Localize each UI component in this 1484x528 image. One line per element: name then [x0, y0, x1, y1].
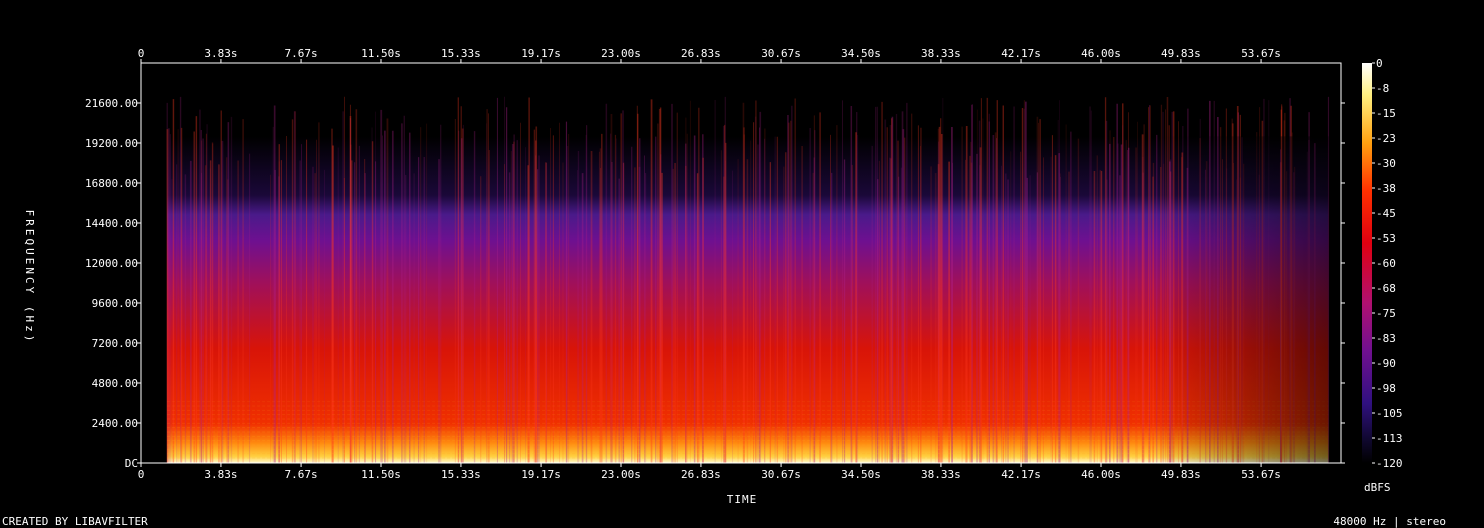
x-tick-label-top: 34.50s — [841, 47, 881, 60]
colorbar-tick-label: -8 — [1376, 82, 1389, 95]
x-tick-label-top: 26.83s — [681, 47, 721, 60]
x-tick-label-bottom: 19.17s — [521, 468, 561, 481]
y-tick-label: 16800.00 — [85, 177, 138, 190]
y-tick-label: 19200.00 — [85, 137, 138, 150]
x-tick-label-top: 38.33s — [921, 47, 961, 60]
x-tick-label-bottom: 30.67s — [761, 468, 801, 481]
colorbar-tick-label: -23 — [1376, 132, 1396, 145]
x-tick-label-bottom: 0 — [138, 468, 145, 481]
footer-format: 48000 Hz | stereo — [1333, 515, 1446, 528]
y-tick-label: 2400.00 — [92, 417, 138, 430]
x-tick-label-bottom: 42.17s — [1001, 468, 1041, 481]
x-tick-label-top: 19.17s — [521, 47, 561, 60]
x-tick-label-top: 3.83s — [204, 47, 237, 60]
colorbar-tick-label: -75 — [1376, 307, 1396, 320]
y-tick-label: 21600.00 — [85, 97, 138, 110]
x-tick-label-bottom: 46.00s — [1081, 468, 1121, 481]
y-tick-label: 9600.00 — [92, 297, 138, 310]
colorbar-tick-label: -30 — [1376, 157, 1396, 170]
spectrogram-plot-area — [166, 96, 1330, 464]
colorbar-tick-label: -38 — [1376, 182, 1396, 195]
spectrogram-chart: 0 0 3.83s 3.83s 7.67s 7.67s 11.50s 11.50s 15.33s… — [2, 47, 1446, 528]
colorbar-tick-label: -83 — [1376, 332, 1396, 345]
x-tick-label-top: 30.67s — [761, 47, 801, 60]
x-tick-label-top: 11.50s — [361, 47, 401, 60]
colorbar-tick-label: -90 — [1376, 357, 1396, 370]
colorbar-tick-label: -105 — [1376, 407, 1403, 420]
x-tick-label-top: 23.00s — [601, 47, 641, 60]
x-tick-label-top: 15.33s — [441, 47, 481, 60]
x-tick-label-bottom: 26.83s — [681, 468, 721, 481]
x-tick-label-bottom: 53.67s — [1241, 468, 1281, 481]
x-tick-label-bottom: 49.83s — [1161, 468, 1201, 481]
x-tick-label-bottom: 3.83s — [204, 468, 237, 481]
colorbar-tick-label: 0 — [1376, 57, 1383, 70]
x-tick-label-bottom: 34.50s — [841, 468, 881, 481]
colorbar-tick-label: -120 — [1376, 457, 1403, 470]
x-tick-label-top: 7.67s — [285, 47, 318, 60]
colorbar-tick-label: -60 — [1376, 257, 1396, 270]
footer-credit: CREATED BY LIBAVFILTER — [2, 515, 148, 528]
colorbar: 0 -8 -15 -23 -30 -38 -45 -53 -60 -68 -75 -83 -90 -98 -… — [1362, 57, 1403, 470]
y-tick-label: 14400.00 — [85, 217, 138, 230]
y-tick-label: DC — [125, 457, 138, 470]
x-tick-label-top: 0 — [138, 47, 145, 60]
x-tick-label-bottom: 23.00s — [601, 468, 641, 481]
x-tick-label-bottom: 38.33s — [921, 468, 961, 481]
x-tick-label-top: 53.67s — [1241, 47, 1281, 60]
x-tick-label-bottom: 7.67s — [285, 468, 318, 481]
colorbar-tick-label: -98 — [1376, 382, 1396, 395]
x-tick-label-top: 46.00s — [1081, 47, 1121, 60]
colorbar-tick-label: -113 — [1376, 432, 1403, 445]
colorbar-tick-label: -45 — [1376, 207, 1396, 220]
y-tick-label: 12000.00 — [85, 257, 138, 270]
x-tick-label-top: 49.83s — [1161, 47, 1201, 60]
x-axis-label: TIME — [727, 493, 758, 506]
colorbar-tick-label: -68 — [1376, 282, 1396, 295]
colorbar-label: dBFS — [1364, 481, 1391, 494]
y-axis-label: FREQUENCY (Hz) — [23, 210, 36, 345]
y-tick-label: 4800.00 — [92, 377, 138, 390]
colorbar-gradient — [1362, 63, 1372, 463]
x-tick-label-bottom: 15.33s — [441, 468, 481, 481]
x-tick-label-top: 42.17s — [1001, 47, 1041, 60]
colorbar-tick-label: -53 — [1376, 232, 1396, 245]
y-tick-label: 7200.00 — [92, 337, 138, 350]
x-tick-label-bottom: 11.50s — [361, 468, 401, 481]
colorbar-tick-label: -15 — [1376, 107, 1396, 120]
